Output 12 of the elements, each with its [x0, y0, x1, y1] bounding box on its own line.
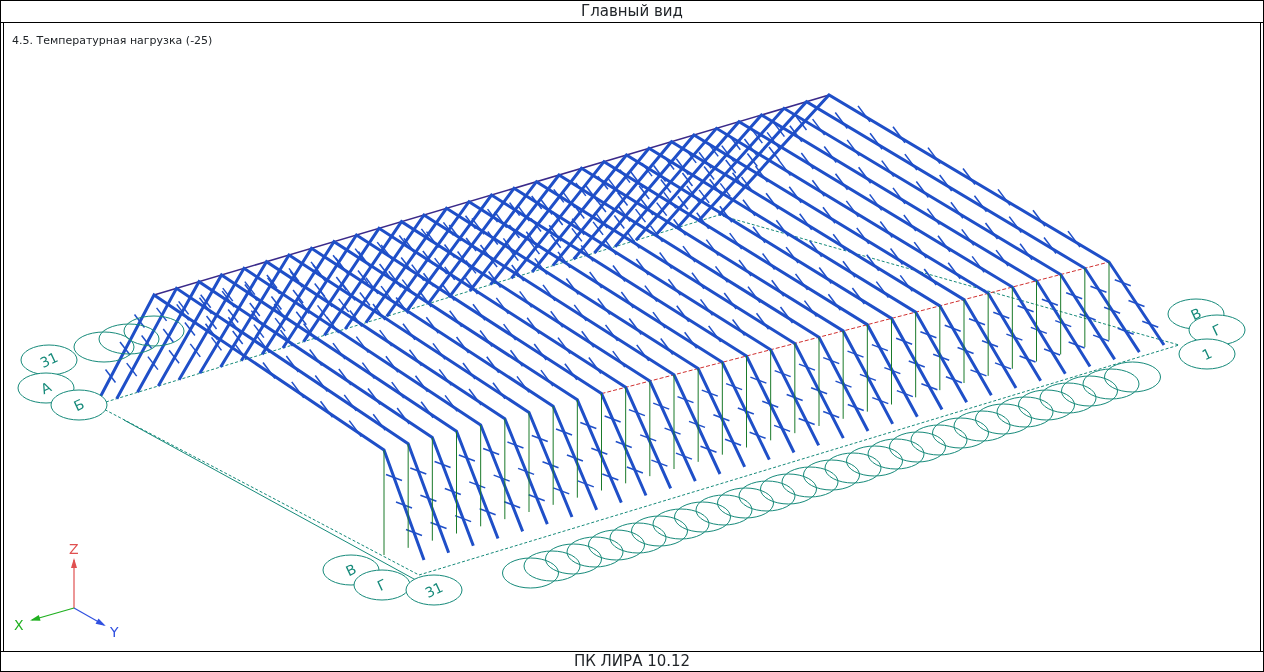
axis-label: Y [110, 624, 119, 640]
z-axis-arrow [71, 558, 77, 609]
load-case-label: 4.5. Температурная нагрузка (-25) [12, 33, 213, 49]
x-axis-arrow [30, 607, 75, 621]
grid-axis-marker: 31 [20, 344, 78, 376]
grid-axis-marker: 1 [1178, 338, 1236, 370]
axis-label: Z [69, 541, 79, 557]
axis-label: X [14, 617, 24, 633]
status-text: ПК ЛИРА 10.12 [573, 652, 691, 670]
window-title: Главный вид [581, 2, 683, 20]
grid-axis-marker: 31 [405, 574, 463, 606]
y-axis-arrow [73, 607, 106, 626]
